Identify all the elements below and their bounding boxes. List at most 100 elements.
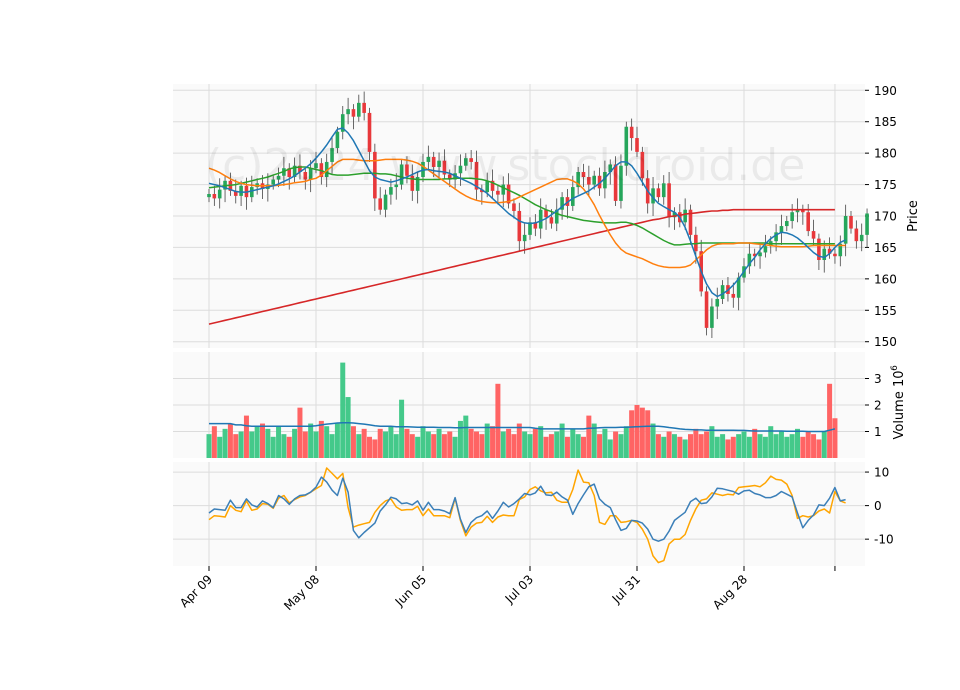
volume-bar xyxy=(318,420,324,458)
candle-body xyxy=(849,216,853,229)
volume-bar xyxy=(634,405,640,458)
volume-bar xyxy=(420,426,426,458)
volume-bar xyxy=(773,434,779,458)
volume-bar xyxy=(816,439,822,458)
candle-body xyxy=(811,231,816,239)
volume-bar xyxy=(313,431,319,458)
volume-bar xyxy=(581,436,586,458)
x-tick-label: Jul 31 xyxy=(609,572,643,606)
candle-body xyxy=(790,212,794,222)
volume-bar xyxy=(800,436,806,458)
y-tick-label: 190 xyxy=(874,84,897,98)
volume-bar xyxy=(238,431,244,458)
volume-bar xyxy=(441,434,447,458)
stock-chart: 150 155 160 165 170 175 180 185 190 Price 1 2 3 Volu… xyxy=(173,84,921,613)
x-tick-label: Aug 28 xyxy=(710,572,750,612)
volume-bar xyxy=(361,428,367,458)
volume-bar xyxy=(730,436,736,458)
volume-bar xyxy=(655,434,661,458)
volume-bar xyxy=(784,436,790,458)
volume-bar xyxy=(543,436,549,458)
volume-bar xyxy=(249,431,255,458)
volume-bar xyxy=(286,436,292,458)
y-tick-label: 185 xyxy=(874,115,897,129)
volume-bar xyxy=(227,423,233,458)
candle-body xyxy=(785,221,789,227)
volume-bar xyxy=(431,434,437,458)
volume-bar xyxy=(752,428,758,458)
candle-body xyxy=(522,234,527,242)
volume-bar xyxy=(693,428,699,458)
volume-bar xyxy=(666,431,672,458)
candle-body xyxy=(710,306,714,328)
x-tick-label: Jul 03 xyxy=(502,572,536,606)
volume-bar xyxy=(425,431,431,458)
volume-bar xyxy=(463,415,469,458)
volume-bar xyxy=(757,434,763,458)
volume-bar xyxy=(484,423,490,458)
volume-bar xyxy=(276,426,282,458)
candle-body xyxy=(720,285,725,299)
candle-body xyxy=(843,216,848,244)
candle-body xyxy=(346,109,350,115)
volume-bar xyxy=(281,434,287,458)
volume-bar xyxy=(602,428,608,458)
candle-body xyxy=(854,228,859,242)
price-axis-label: Price xyxy=(906,200,921,232)
volume-bar xyxy=(575,434,581,458)
volume-bar xyxy=(404,428,410,458)
candle-body xyxy=(212,194,217,199)
volume-bar xyxy=(211,426,217,458)
volume-bar xyxy=(270,436,276,458)
volume-bar xyxy=(474,431,479,458)
candle-body xyxy=(763,246,768,253)
volume-bar xyxy=(260,423,265,458)
candle-body xyxy=(683,209,687,223)
volume-bar xyxy=(736,434,742,458)
volume-bar xyxy=(409,434,415,458)
volume-bar xyxy=(383,431,389,458)
volume-bar xyxy=(671,434,677,458)
volume-bar xyxy=(532,428,538,458)
volume-bar xyxy=(613,431,619,458)
volume-bar xyxy=(388,426,394,458)
x-axis: Apr 09 May 08 Jun 05 Jul 03 Jul 31 Aug 28 xyxy=(177,566,836,613)
watermark-text: (c)2024 www.stockdroid.de xyxy=(205,140,805,191)
volume-bar xyxy=(746,436,752,458)
volume-bar xyxy=(570,428,576,458)
volume-bar xyxy=(495,383,501,458)
y-tick-label: 175 xyxy=(874,178,897,192)
y-tick-label: 155 xyxy=(874,304,897,318)
volume-bar xyxy=(334,423,340,458)
volume-bar xyxy=(811,434,817,458)
volume-bar xyxy=(452,436,458,458)
y-tick-label: 10 xyxy=(874,466,889,480)
volume-bar xyxy=(586,415,592,458)
candle-body xyxy=(496,190,500,195)
y-tick-label: 165 xyxy=(874,241,897,255)
y-tick-label: 170 xyxy=(874,210,897,224)
volume-bar xyxy=(623,426,629,458)
candle-body xyxy=(517,210,522,242)
volume-bar xyxy=(340,362,346,458)
price-panel: 150 155 160 165 170 175 180 185 190 Price xyxy=(173,84,921,349)
volume-bar xyxy=(650,423,656,458)
candle-body xyxy=(822,248,827,260)
panel-background xyxy=(173,462,865,566)
volume-bar xyxy=(629,410,635,458)
volume-bar xyxy=(821,431,827,458)
oscillator-panel: -10 0 10 xyxy=(173,462,894,566)
volume-bar xyxy=(677,436,683,458)
candle-body xyxy=(512,203,516,211)
volume-bar xyxy=(564,436,570,458)
volume-bar xyxy=(789,434,795,458)
volume-bar xyxy=(297,407,303,458)
volume-bar xyxy=(709,426,715,458)
candle-body xyxy=(629,126,634,139)
volume-bar xyxy=(393,434,399,458)
y-tick-label: 1 xyxy=(874,425,882,439)
volume-bar xyxy=(254,426,260,458)
volume-bar xyxy=(548,434,554,458)
volume-bar xyxy=(538,426,544,458)
volume-bar xyxy=(607,439,613,458)
